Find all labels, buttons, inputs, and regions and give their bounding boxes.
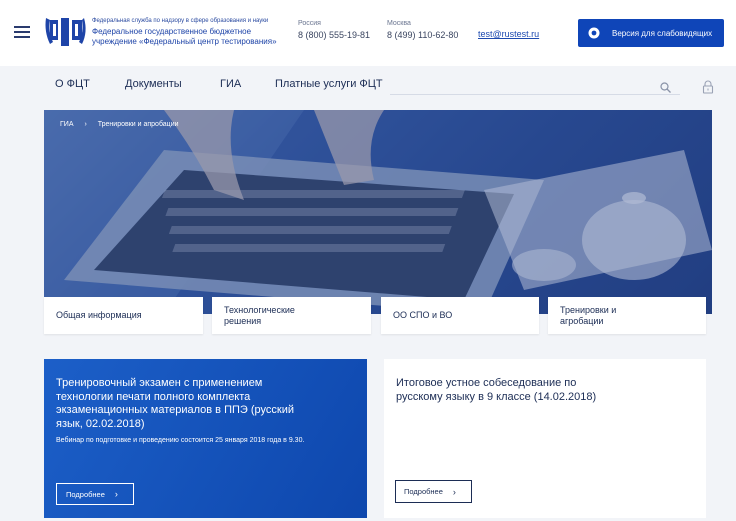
chevron-right-icon: › (452, 486, 456, 497)
news-card-training-exam[interactable]: Тренировочный экзамен с применением техн… (44, 359, 367, 518)
card-title[interactable]: Итоговое устное собеседование по русском… (396, 377, 616, 404)
organization-name-line1: Федеральное государственное бюджетное (92, 27, 252, 36)
contact-phone[interactable]: 8 (800) 555-19-81 (298, 30, 370, 40)
more-button[interactable]: Подробнее › (395, 480, 472, 503)
contact-city: Россия (298, 20, 321, 27)
nav-item-documents[interactable]: Документы (125, 78, 182, 90)
fct-logo[interactable] (44, 14, 88, 50)
agency-caption: Федеральная служба по надзору в сфере об… (92, 18, 269, 24)
news-card-oral-interview[interactable]: Итоговое устное собеседование по русском… (384, 359, 706, 518)
search-underline[interactable] (390, 94, 680, 95)
more-button-label: Подробнее (404, 487, 443, 496)
more-button-label: Подробнее (66, 489, 105, 499)
accessibility-button[interactable]: Версия для слабовидящих (578, 19, 724, 47)
tile-label: Тренировки и агробации (560, 304, 617, 326)
main-nav: О ФЦТ Документы ГИА Платные услуги ФЦТ (0, 66, 736, 110)
contact-russia: Россия 8 (800) 555-19-81 (298, 20, 370, 40)
nav-item-paid-services[interactable]: Платные услуги ФЦТ (275, 78, 383, 90)
email-link[interactable]: test@rustest.ru (478, 29, 539, 39)
more-button[interactable]: Подробнее › (56, 483, 134, 505)
organization-name-line2: учреждение «Федеральный центр тестирован… (92, 37, 277, 46)
search-icon[interactable] (660, 82, 671, 93)
hero-illustration (44, 110, 712, 314)
tile-label: ОО СПО и ВО (393, 310, 453, 320)
contact-moscow: Москва 8 (499) 110-62-80 (387, 20, 458, 40)
menu-icon[interactable] (14, 26, 30, 38)
card-description: Вебинар по подготовке и проведению состо… (56, 437, 305, 444)
contact-city: Москва (387, 20, 411, 27)
breadcrumb-root[interactable]: ГИА (60, 121, 74, 128)
nav-item-about[interactable]: О ФЦТ (55, 78, 90, 90)
lock-icon[interactable] (702, 80, 714, 94)
tile-tech-solutions[interactable]: Технологические решения (212, 297, 371, 334)
tile-label: Технологические решения (224, 304, 295, 326)
eye-icon (588, 27, 600, 39)
organization-name[interactable]: Федеральное государственное бюджетное уч… (92, 27, 292, 47)
tile-label: Общая информация (56, 310, 142, 320)
breadcrumb-current: Тренировки и апробации (97, 121, 179, 128)
hero-banner (44, 110, 712, 314)
chevron-right-icon: › (114, 489, 118, 499)
breadcrumb: ГИА › Тренировки и апробации (60, 121, 179, 128)
site-header: Федеральная служба по надзору в сфере об… (0, 0, 736, 66)
tile-trainings[interactable]: Тренировки и агробации (548, 297, 706, 334)
accessibility-button-label: Версия для слабовидящих (612, 28, 713, 38)
breadcrumb-separator: › (84, 121, 87, 128)
contact-phone[interactable]: 8 (499) 110-62-80 (387, 30, 458, 40)
tile-general-info[interactable]: Общая информация (44, 297, 203, 334)
nav-item-gia[interactable]: ГИА (220, 78, 241, 90)
card-title[interactable]: Тренировочный экзамен с применением техн… (56, 377, 296, 431)
tile-oo-spo-vo[interactable]: ОО СПО и ВО (381, 297, 539, 334)
